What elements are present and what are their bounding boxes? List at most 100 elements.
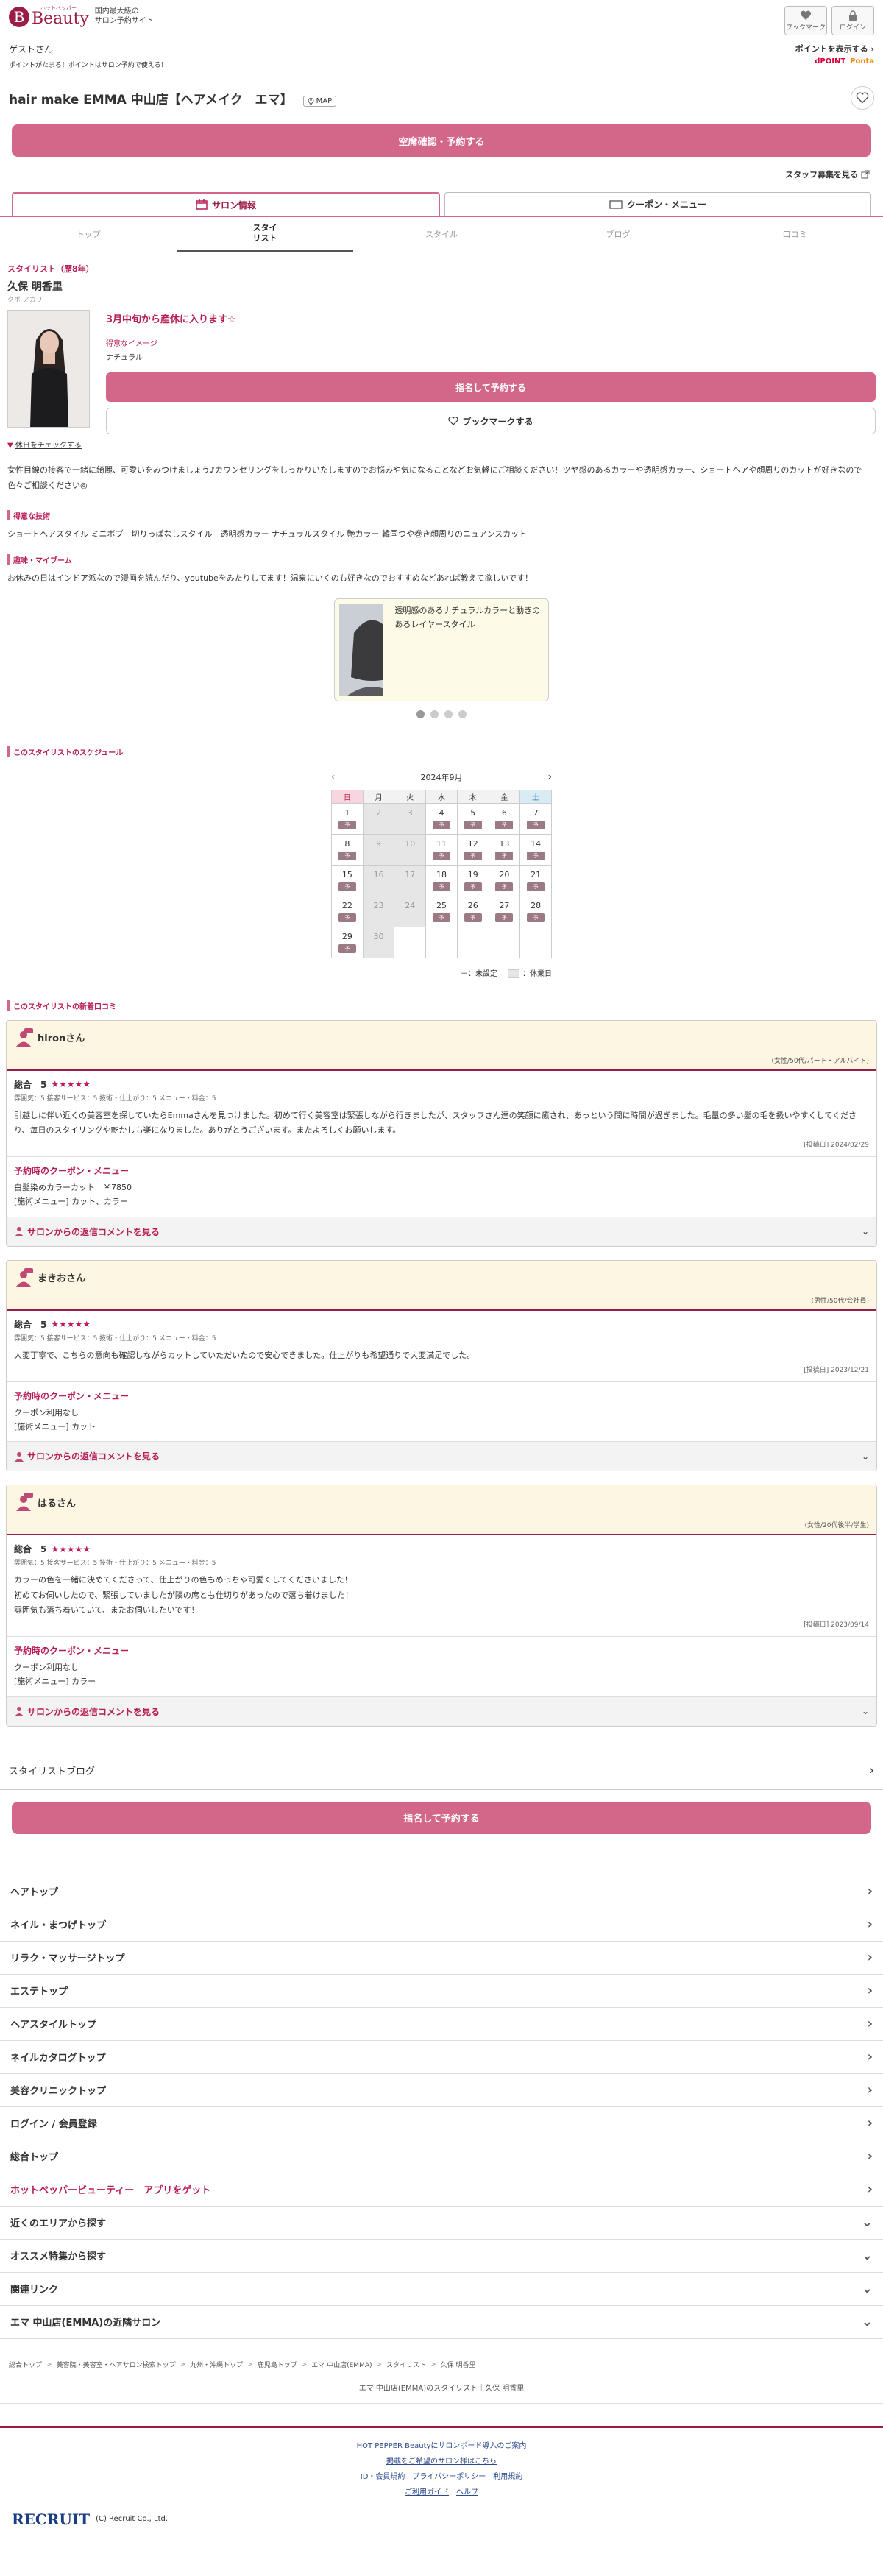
terms-id-link[interactable]: ID・会員規約 [361,2473,405,2481]
help-link[interactable]: ヘルプ [456,2488,478,2497]
available-chip[interactable]: 予 [527,882,545,891]
available-chip[interactable]: 予 [464,851,482,860]
calendar-day[interactable]: 29 予 [332,927,364,958]
breadcrumb-item[interactable]: 総合トップ [9,2360,42,2369]
calendar-day[interactable]: 5予 [457,803,489,835]
show-points-link[interactable]: ポイントを表示する › [795,43,874,54]
available-chip[interactable]: 予 [338,851,356,860]
footer-nav-item[interactable]: エステトップ › [0,1975,883,2008]
calendar-day[interactable]: 7予 [520,803,552,835]
next-month-button[interactable]: › [547,771,552,783]
breadcrumb-item[interactable]: スタイリスト [386,2360,426,2369]
listing-link[interactable]: 掲載をご希望のサロン様はこちら [386,2458,497,2466]
holiday-check-link[interactable]: ▼ 休日をチェックする [0,439,883,450]
salon-reply-toggle[interactable]: サロンからの返信コメントを見る ⌄ [7,1216,876,1246]
map-button[interactable]: MAP [302,95,337,107]
breadcrumb-item[interactable]: エマ 中山店(EMMA) [311,2360,372,2369]
tab-salon-info[interactable]: サロン情報 [12,192,440,216]
terms-link[interactable]: 利用規約 [493,2473,522,2481]
calendar-day[interactable]: 20 予 [489,865,521,896]
header-bookmark-button[interactable]: ブックマーク [784,6,827,35]
calendar-day[interactable]: 26 予 [457,896,489,927]
calendar-day[interactable]: 18 予 [426,865,458,896]
subtab-reviews[interactable]: 口コミ [706,217,883,252]
footer-nav-item[interactable]: 総合トップ › [0,2140,883,2173]
calendar-day[interactable]: 12 予 [457,834,489,866]
footer-nav-item[interactable]: リラク・マッサージトップ › [0,1942,883,1975]
subtab-stylist[interactable]: スタイ リスト [177,217,353,252]
calendar-day[interactable]: 28 予 [520,896,552,927]
footer-nav-item[interactable]: 関連リンク ⌄ [0,2273,883,2306]
guide-link[interactable]: ご利用ガイド [405,2488,449,2497]
footer-nav-item[interactable]: ネイルカタログトップ › [0,2041,883,2074]
carousel-dot[interactable] [458,710,467,718]
carousel-dot[interactable] [444,710,453,718]
calendar-day[interactable]: 19 予 [457,865,489,896]
tab-coupon-menu[interactable]: クーポン・メニュー [444,192,871,216]
stylist-blog-row[interactable]: スタイリストブログ › [0,1751,883,1790]
calendar-day[interactable]: 6予 [489,803,521,835]
footer-nav-item[interactable]: 美容クリニックトップ › [0,2074,883,2107]
available-chip[interactable]: 予 [432,851,450,860]
carousel-dot[interactable] [430,710,439,718]
calendar-day[interactable]: 22 予 [332,896,364,927]
site-logo[interactable]: B ホットペッパー Beauty 国内最大級の サロン予約サイト [9,6,154,27]
available-chip[interactable]: 予 [527,913,545,922]
stylist-bookmark-button[interactable]: ブックマークする [106,408,876,434]
staff-recruit-link[interactable]: スタッフ募集を見る [0,157,883,192]
header-login-button[interactable]: ログイン [831,6,874,35]
available-chip[interactable]: 予 [464,820,482,829]
breadcrumb-item[interactable]: 美容院・美容室・ヘアサロン検索トップ [57,2360,176,2369]
available-chip[interactable]: 予 [527,820,545,829]
available-chip[interactable]: 予 [338,820,356,829]
breadcrumb-item[interactable]: 九州・沖縄トップ [190,2360,243,2369]
breadcrumb-item[interactable]: 鹿児島トップ [258,2360,297,2369]
salon-favorite-button[interactable] [851,86,874,110]
calendar-day[interactable]: 11 予 [426,834,458,866]
calendar-day[interactable]: 15 予 [332,865,364,896]
subtab-top[interactable]: トップ [0,217,177,252]
calendar-day[interactable]: 27 予 [489,896,521,927]
available-chip[interactable]: 予 [495,913,514,922]
prev-month-button[interactable]: ‹ [331,771,336,783]
footer-nav-item[interactable]: ヘアスタイルトップ › [0,2008,883,2041]
calendar-day[interactable]: 25 予 [426,896,458,927]
calendar-day[interactable]: 8予 [332,834,364,866]
available-chip[interactable]: 予 [495,882,514,891]
available-chip[interactable]: 予 [527,851,545,860]
available-chip[interactable]: 予 [464,882,482,891]
carousel-dot[interactable] [416,710,425,718]
footer-nav-item[interactable]: 近くのエリアから探す ⌄ [0,2207,883,2240]
salon-reply-toggle[interactable]: サロンからの返信コメントを見る ⌄ [7,1441,876,1471]
footer-nav-item[interactable]: ホットペッパービューティー アプリをゲット › [0,2173,883,2207]
style-card[interactable]: 透明感のあるナチュラルカラーと動きのあるレイヤースタイル [334,598,549,701]
available-chip[interactable]: 予 [464,913,482,922]
nominate-button[interactable]: 指名して予約する [106,372,876,402]
footer-nav-item[interactable]: ネイル・まつげトップ › [0,1908,883,1942]
calendar-day[interactable]: 13 予 [489,834,521,866]
calendar-day[interactable]: 21 予 [520,865,552,896]
available-chip[interactable]: 予 [495,851,514,860]
calendar-day[interactable]: 1予 [332,803,364,835]
calendar-day[interactable]: 4予 [426,803,458,835]
available-chip[interactable]: 予 [338,882,356,891]
privacy-link[interactable]: プライバシーポリシー [412,2473,486,2481]
available-chip[interactable]: 予 [432,820,450,829]
footer-nav-item[interactable]: エマ 中山店(EMMA)の近隣サロン ⌄ [0,2306,883,2339]
footer-nav-item[interactable]: ヘアトップ › [0,1875,883,1908]
calendar-day[interactable]: 14 予 [520,834,552,866]
salon-reply-toggle[interactable]: サロンからの返信コメントを見る ⌄ [7,1696,876,1726]
footer-nav-item[interactable]: オススメ特集から探す ⌄ [0,2240,883,2273]
available-chip[interactable]: 予 [338,913,356,922]
reserve-button[interactable]: 空席確認・予約する [12,124,871,157]
available-chip[interactable]: 予 [495,820,514,829]
footer-nav-item[interactable]: ログイン / 会員登録 › [0,2107,883,2140]
available-chip[interactable]: 予 [432,882,450,891]
recruit-logo[interactable]: RECRUIT [12,2510,90,2528]
available-chip[interactable]: 予 [432,913,450,922]
bottom-nominate-button[interactable]: 指名して予約する [12,1801,871,1834]
salonboard-link[interactable]: HOT PEPPER Beautyにサロンボード導入のご案内 [357,2442,527,2450]
subtab-style[interactable]: スタイル [353,217,530,252]
subtab-blog[interactable]: ブログ [530,217,706,252]
available-chip[interactable]: 予 [338,944,356,953]
